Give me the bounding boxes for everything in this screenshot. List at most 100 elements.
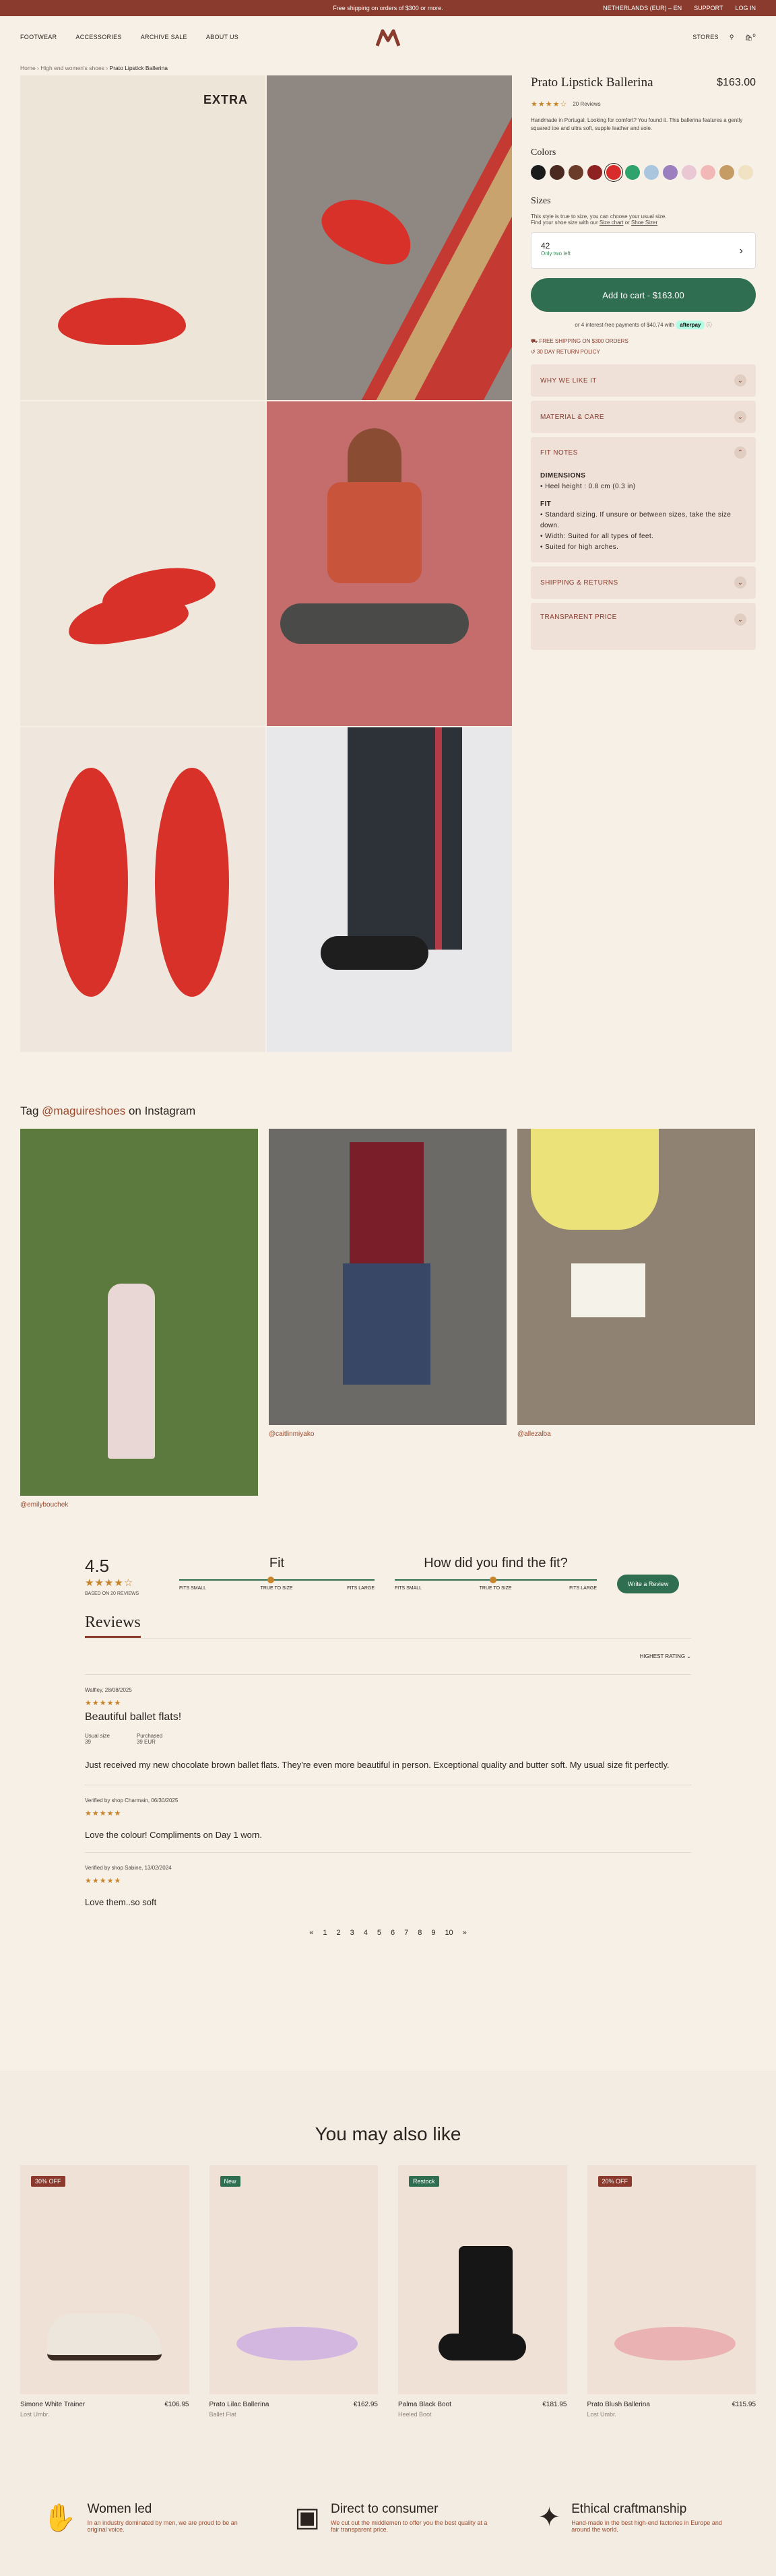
- instagram-photo[interactable]: [269, 1129, 507, 1425]
- add-to-cart-button[interactable]: Add to cart - $163.00: [531, 278, 756, 312]
- write-review-button[interactable]: Write a Review: [617, 1575, 680, 1593]
- product-card[interactable]: New Prato Lilac Ballerina €162.95 Ballet Fl…: [209, 2165, 378, 2418]
- instagram-handle[interactable]: @emilybouchek: [20, 1501, 258, 1509]
- product-card[interactable]: Restock Palma Black Boot €181.95 Heeled Boo…: [398, 2165, 567, 2418]
- accordion-why-we-like-it[interactable]: WHY WE LIKE IT ⌄: [531, 364, 756, 397]
- sort-label: HIGHEST RATING: [639, 1653, 686, 1659]
- color-swatch[interactable]: [701, 165, 715, 180]
- review-card: Verified by shop Charmain, 06/30/2025 ★★…: [85, 1784, 691, 1852]
- color-swatch[interactable]: [682, 165, 697, 180]
- selected-size: 42: [541, 241, 550, 251]
- review-stars: ★★★★★: [85, 1876, 122, 1885]
- nav-archive-sale[interactable]: ARCHIVE SALE: [141, 34, 187, 40]
- product-badge: New: [220, 2176, 240, 2187]
- color-swatch[interactable]: [625, 165, 640, 180]
- login-link[interactable]: LOG IN: [735, 5, 756, 11]
- page-link[interactable]: 5: [377, 1929, 381, 1937]
- info-icon[interactable]: ⓘ: [707, 322, 712, 328]
- size-selector[interactable]: 42 Only two left ›: [531, 232, 756, 269]
- color-swatch[interactable]: [644, 165, 659, 180]
- size-chart-link[interactable]: Size chart: [600, 220, 624, 226]
- product-badge: Restock: [409, 2176, 439, 2187]
- page-link[interactable]: 7: [404, 1929, 408, 1937]
- nav-accessories[interactable]: ACCESSORIES: [75, 34, 121, 40]
- search-icon[interactable]: ⚲: [730, 34, 734, 41]
- product-image-lifestyle-1[interactable]: [267, 75, 512, 400]
- instagram-handle[interactable]: @maguireshoes: [42, 1104, 125, 1117]
- color-swatch[interactable]: [587, 165, 602, 180]
- instagram-handle[interactable]: @allezalba: [517, 1430, 755, 1438]
- product-details: Prato Lipstick Ballerina $163.00 ★★★★☆ 2…: [531, 75, 756, 650]
- sort-dropdown[interactable]: HIGHEST RATING ⌄: [85, 1638, 691, 1674]
- page-link[interactable]: 6: [391, 1929, 395, 1937]
- review-body: Love them..so soft: [85, 1896, 157, 1907]
- nav-about-us[interactable]: ABOUT US: [206, 34, 238, 40]
- page-link[interactable]: 10: [445, 1929, 453, 1937]
- product-image-top[interactable]: [20, 727, 265, 1052]
- stores-link[interactable]: STORES: [692, 34, 719, 40]
- reviews-link[interactable]: 20 Reviews: [573, 101, 600, 107]
- review-body: Just received my new chocolate brown bal…: [85, 1760, 670, 1770]
- value-direct: ▣ Direct to consumer We cut out the middle…: [294, 2502, 492, 2534]
- color-swatch[interactable]: [738, 165, 753, 180]
- page-link[interactable]: 3: [350, 1929, 354, 1937]
- also-like-section: You may also like 30% OFF Simone White Tr…: [0, 2071, 776, 2576]
- instagram-photo[interactable]: [517, 1129, 755, 1425]
- color-swatch[interactable]: [663, 165, 678, 180]
- page-link[interactable]: 4: [364, 1929, 368, 1937]
- color-swatch[interactable]: [550, 165, 564, 180]
- fit-item-text: Width: Suited for all types of feet.: [545, 533, 654, 540]
- shoe-sizer-link[interactable]: Shoe Sizer: [631, 220, 657, 226]
- product-subtitle: Heeled Boot: [398, 2411, 432, 2418]
- support-link[interactable]: SUPPORT: [694, 5, 723, 11]
- size-note: This style is true to size, you can choo…: [531, 213, 667, 220]
- extra-stamp: EXTRA: [203, 93, 248, 106]
- product-price: €162.95: [353, 2401, 378, 2408]
- review-meta: Walfley, 28/08/2025: [85, 1687, 132, 1693]
- page-link[interactable]: 1: [323, 1929, 327, 1937]
- accordion-label: FIT NOTES: [540, 449, 578, 457]
- accordion-transparent-price[interactable]: TRANSPARENT PRICE ⌄: [531, 603, 756, 650]
- instagram-photo[interactable]: [20, 1129, 258, 1496]
- page-link[interactable]: 9: [431, 1929, 435, 1937]
- brand-logo[interactable]: [375, 28, 401, 47]
- page-link[interactable]: «: [309, 1929, 313, 1937]
- fit-question-bar[interactable]: [395, 1577, 597, 1583]
- breadcrumb-home[interactable]: Home: [20, 65, 36, 71]
- scale-true: TRUE TO SIZE: [479, 1586, 512, 1591]
- scale-small: FITS SMALL: [395, 1586, 422, 1591]
- page-link[interactable]: 8: [418, 1929, 422, 1937]
- page-link[interactable]: 2: [336, 1929, 340, 1937]
- product-image-pair[interactable]: [20, 401, 265, 726]
- product-image-lifestyle-2[interactable]: [267, 727, 512, 1052]
- nav-footwear[interactable]: FOOTWEAR: [20, 34, 57, 40]
- color-swatch[interactable]: [569, 165, 583, 180]
- cart-icon[interactable]: 🛍0: [745, 32, 756, 42]
- value-text: In an industry dominated by men, we are …: [87, 2519, 238, 2533]
- reviews-section: 4.5 ★★★★☆ BASED ON 20 REVIEWS Fit FITS S…: [85, 1556, 691, 1937]
- breadcrumb-section[interactable]: High end women's shoes: [40, 65, 104, 71]
- page-link[interactable]: »: [463, 1929, 467, 1937]
- product-card[interactable]: 20% OFF Prato Blush Ballerina €115.95 Lost …: [587, 2165, 756, 2418]
- size-find: Find your shoe size with our: [531, 220, 598, 226]
- sparkle-icon: ✦: [538, 2503, 561, 2532]
- instagram-handle[interactable]: @caitlinmiyako: [269, 1430, 507, 1438]
- product-subtitle: Lost Umbr.: [20, 2411, 50, 2418]
- color-swatch[interactable]: [531, 165, 546, 180]
- accordion-material-care[interactable]: MATERIAL & CARE ⌄: [531, 401, 756, 433]
- based-on: BASED ON 20 REVIEWS: [85, 1591, 139, 1596]
- product-image-model[interactable]: [267, 401, 512, 726]
- product-card[interactable]: 30% OFF Simone White Trainer €106.95 Lost U…: [20, 2165, 189, 2418]
- size-or: or: [624, 220, 630, 226]
- accordion-shipping-returns[interactable]: SHIPPING & RETURNS ⌄: [531, 566, 756, 599]
- purchased-label: Purchased: [136, 1733, 163, 1739]
- scale-large: FITS LARGE: [569, 1586, 597, 1591]
- product-name: Prato Blush Ballerina: [587, 2401, 650, 2408]
- color-swatch[interactable]: [606, 165, 621, 180]
- product-image-side[interactable]: EXTRA: [20, 75, 265, 400]
- installments-text: or 4 interest-free payments of $40.74 wi…: [575, 322, 675, 328]
- region-selector[interactable]: NETHERLANDS (EUR) – EN: [603, 5, 682, 11]
- color-swatch[interactable]: [719, 165, 734, 180]
- afterpay-logo[interactable]: afterpay: [676, 321, 705, 329]
- accordion-fit-notes[interactable]: FIT NOTES ⌃ DIMENSIONS • Heel height : 0.…: [531, 437, 756, 562]
